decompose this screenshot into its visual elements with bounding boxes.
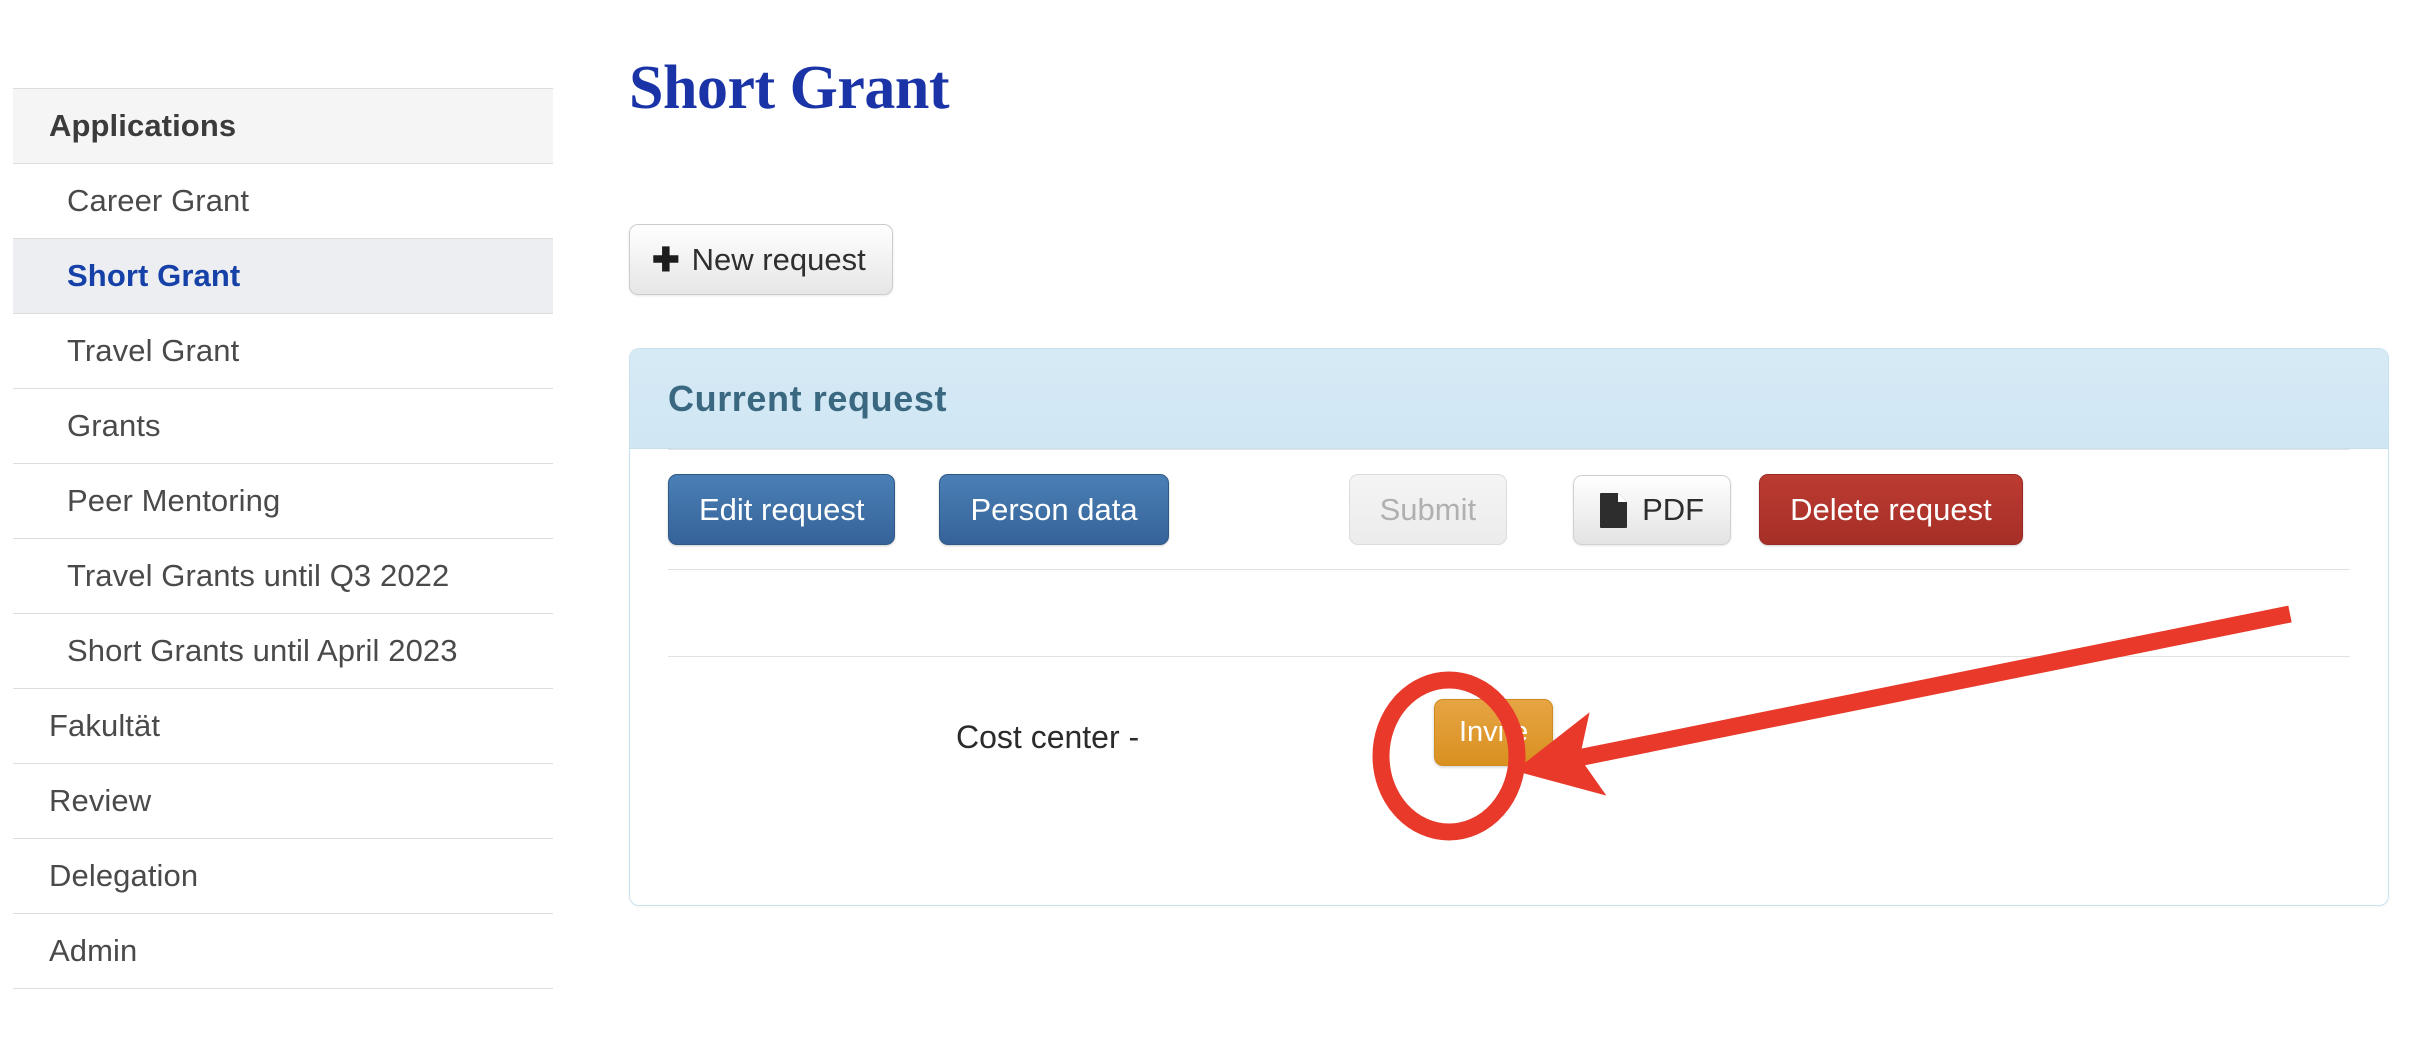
sidebar-item-grants[interactable]: Grants <box>13 388 553 464</box>
cost-center-row: Cost center - Invite <box>668 657 2350 827</box>
invite-button[interactable]: Invite <box>1434 699 1554 766</box>
sidebar-item-label: Fakultät <box>49 708 161 743</box>
spacer-block <box>668 570 2350 656</box>
new-request-label: New request <box>691 242 866 277</box>
sidebar-item-applications[interactable]: Applications <box>13 88 553 164</box>
sidebar-item-review[interactable]: Review <box>13 763 553 839</box>
submit-button[interactable]: Submit <box>1348 474 1508 545</box>
new-request-button[interactable]: ✚ New request <box>629 224 893 295</box>
sidebar-item-admin[interactable]: Admin <box>13 913 553 989</box>
sidebar-item-label: Review <box>49 783 152 818</box>
person-data-label: Person data <box>970 492 1138 527</box>
pdf-label: PDF <box>1642 492 1705 527</box>
edit-request-button[interactable]: Edit request <box>668 474 896 545</box>
plus-icon: ✚ <box>652 241 680 278</box>
panel-body: Edit request Person data Submit PDF Dele… <box>630 449 2388 827</box>
edit-request-label: Edit request <box>699 492 865 527</box>
sidebar-item-label: Grants <box>67 408 161 443</box>
sidebar-item-fakultaet[interactable]: Fakultät <box>13 688 553 764</box>
sidebar-item-label: Applications <box>49 108 237 143</box>
sidebar-item-label: Short Grant <box>67 258 241 293</box>
delete-request-button[interactable]: Delete request <box>1759 474 2023 545</box>
sidebar-item-travel-grant[interactable]: Travel Grant <box>13 313 553 389</box>
sidebar-item-travel-grants-until-q3-2022[interactable]: Travel Grants until Q3 2022 <box>13 538 553 614</box>
invite-label: Invite <box>1459 716 1529 748</box>
pdf-button[interactable]: PDF <box>1573 474 1732 545</box>
file-icon <box>1600 492 1628 528</box>
submit-label: Submit <box>1379 492 1477 527</box>
sidebar-item-label: Short Grants until April 2023 <box>67 633 458 668</box>
sidebar-item-delegation[interactable]: Delegation <box>13 838 553 914</box>
sidebar-item-career-grant[interactable]: Career Grant <box>13 163 553 239</box>
sidebar-item-short-grants-until-april-2023[interactable]: Short Grants until April 2023 <box>13 613 553 689</box>
sidebar-item-label: Peer Mentoring <box>67 483 281 518</box>
current-request-panel: Current request Edit request Person data… <box>629 348 2389 906</box>
sidebar-item-peer-mentoring[interactable]: Peer Mentoring <box>13 463 553 539</box>
panel-title: Current request <box>668 377 948 419</box>
sidebar-item-short-grant[interactable]: Short Grant <box>13 238 553 314</box>
person-data-button[interactable]: Person data <box>939 474 1169 545</box>
cost-center-label: Cost center - <box>956 719 1140 755</box>
sidebar-item-label: Admin <box>49 933 138 968</box>
page-title: Short Grant <box>629 54 950 122</box>
panel-header: Current request <box>630 349 2388 449</box>
sidebar-item-label: Delegation <box>49 858 199 893</box>
delete-request-label: Delete request <box>1790 492 1992 527</box>
main-content: Short Grant ✚ New request Current reques… <box>629 0 2389 906</box>
request-toolbar: Edit request Person data Submit PDF Dele… <box>668 450 2350 569</box>
sidebar-item-label: Travel Grant <box>67 333 240 368</box>
sidebar-item-label: Career Grant <box>67 183 250 218</box>
sidebar-navigation: Applications Career Grant Short Grant Tr… <box>13 88 553 989</box>
sidebar-item-label: Travel Grants until Q3 2022 <box>67 558 450 593</box>
